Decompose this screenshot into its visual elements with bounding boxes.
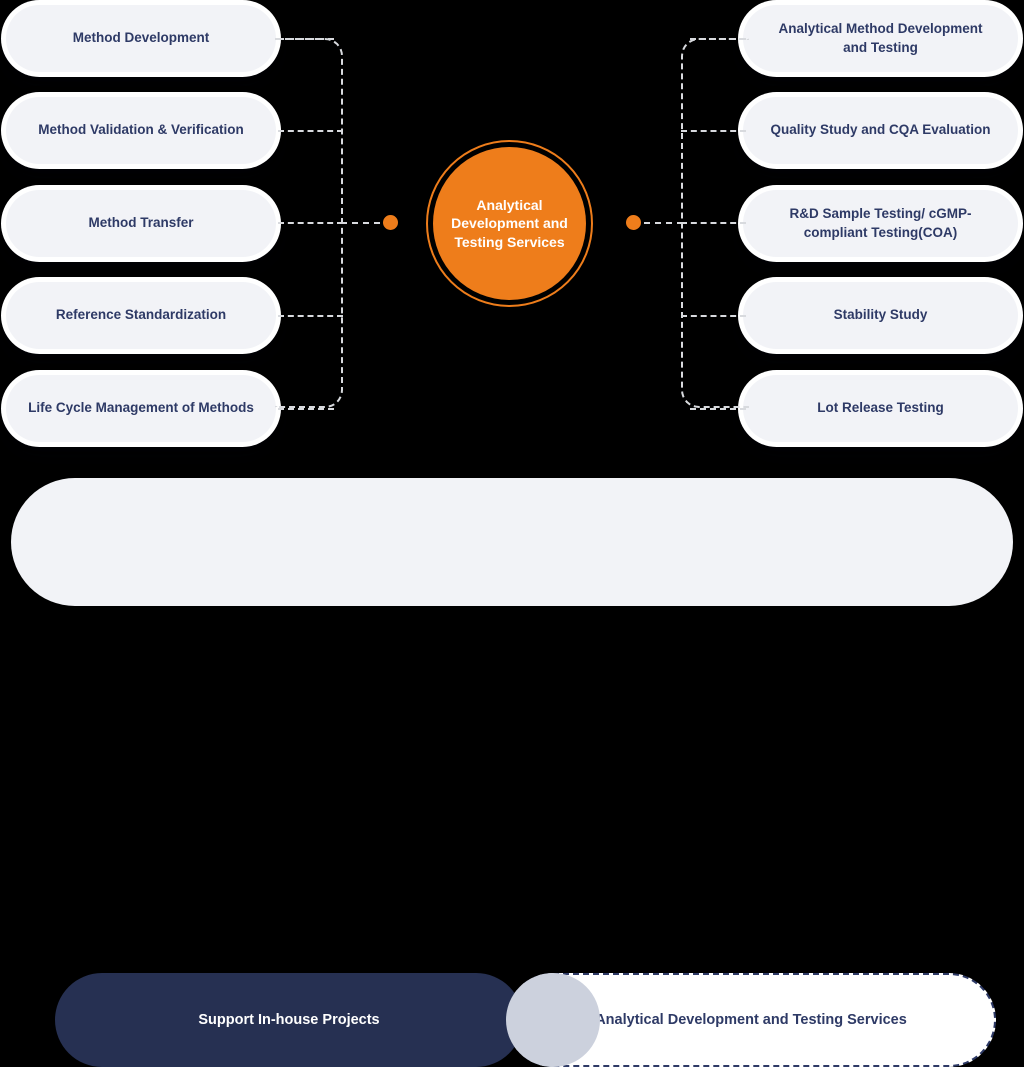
right-branch-line-2 — [681, 130, 746, 132]
right-branch-line-3 — [681, 222, 746, 224]
right-node-label: Lot Release Testing — [817, 400, 944, 416]
right-node-rd-sample-testing-cgmp-compliant-testing[interactable]: R&D Sample Testing/ cGMP-compliant Testi… — [743, 190, 1018, 257]
right-node-label: Analytical Method Development and Testin… — [778, 21, 983, 55]
left-node-label: Method Validation & Verification — [38, 122, 244, 138]
left-branch-line-5 — [278, 408, 334, 410]
left-node-method-transfer[interactable]: Method Transfer — [6, 190, 276, 257]
right-node-label: R&D Sample Testing/ cGMP-compliant Testi… — [789, 206, 972, 240]
right-branch-line-4 — [681, 315, 746, 317]
right-branch-line-5 — [690, 408, 746, 410]
left-node-label: Method Development — [72, 30, 210, 46]
center-hub[interactable]: Analytical Development and Testing Servi… — [433, 147, 586, 300]
legend-bar: Analytical Development and Testing Servi… — [11, 478, 1013, 1067]
right-connector-dot — [626, 215, 641, 230]
left-branch-line-1 — [278, 38, 334, 40]
left-connector-dot — [383, 215, 398, 230]
left-node-label: Method Transfer — [88, 215, 194, 231]
right-node-analytical-method-development-and-testing[interactable]: Analytical Method Development and Testin… — [743, 5, 1018, 72]
left-branch-line-3 — [278, 222, 343, 224]
left-node-method-development[interactable]: Method Development — [6, 5, 276, 72]
right-node-label: Quality Study and CQA Evaluation — [770, 122, 991, 138]
legend-left-label: Support In-house Projects — [198, 1012, 380, 1028]
left-node-method-validation-verification[interactable]: Method Validation & Verification — [6, 97, 276, 164]
center-hub-label: Analytical Development and Testing Servi… — [451, 196, 568, 250]
legend-left-segment[interactable]: Support In-house Projects — [55, 973, 523, 1067]
legend-right-segment[interactable]: Analytical Development and Testing Servi… — [506, 973, 996, 1067]
right-node-quality-study-and-cqa-evaluation[interactable]: Quality Study and CQA Evaluation — [743, 97, 1018, 164]
right-node-stability-study[interactable]: Stability Study — [743, 282, 1018, 349]
left-node-label: Life Cycle Management of Methods — [28, 400, 254, 416]
right-connector-bracket — [681, 38, 749, 408]
legend-right-label: Analytical Development and Testing Servi… — [595, 1012, 907, 1028]
left-node-reference-standardization[interactable]: Reference Standardization — [6, 282, 276, 349]
right-branch-line-1 — [690, 38, 746, 40]
right-node-label: Stability Study — [833, 307, 928, 323]
left-branch-line-2 — [278, 130, 343, 132]
diagram-canvas: Method Development Method Validation & V… — [0, 0, 1024, 1067]
left-node-life-cycle-management-of-methods[interactable]: Life Cycle Management of Methods — [6, 375, 276, 442]
left-node-label: Reference Standardization — [55, 307, 227, 323]
left-branch-line-4 — [278, 315, 343, 317]
right-node-lot-release-testing[interactable]: Lot Release Testing — [743, 375, 1018, 442]
left-connector-bracket — [275, 38, 343, 408]
